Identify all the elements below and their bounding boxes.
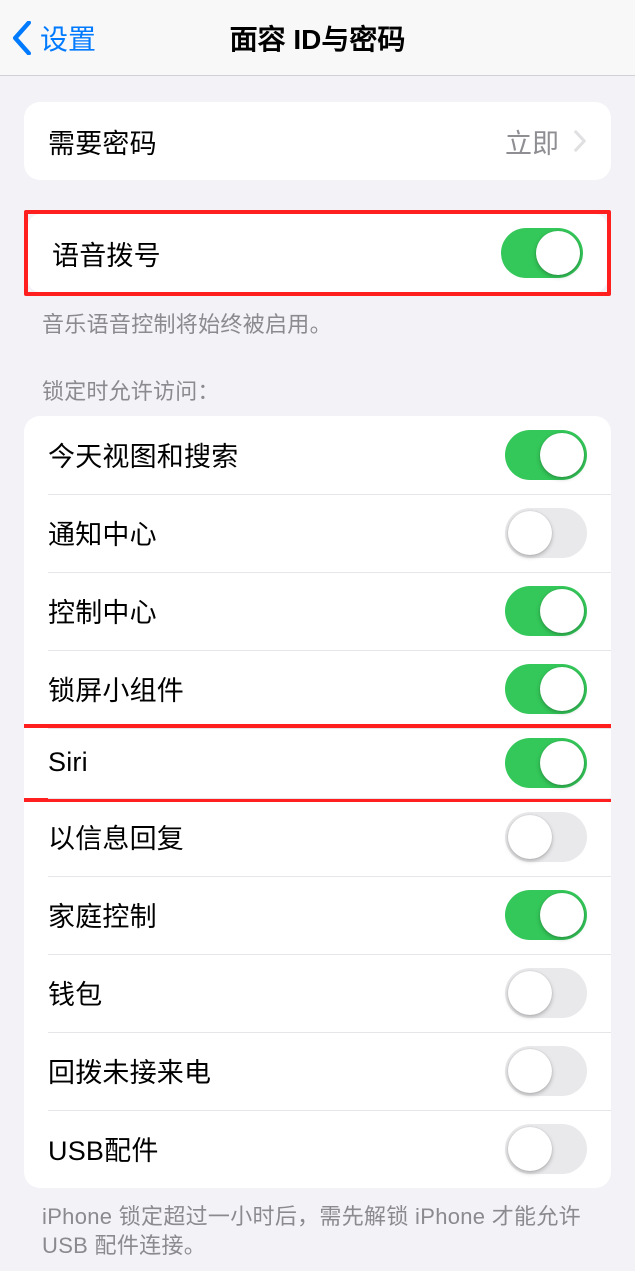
row-label-lockscreen-item: Siri	[48, 747, 88, 778]
row-lockscreen-item: 今天视图和搜索	[24, 416, 611, 494]
back-button[interactable]: 设置	[10, 18, 96, 58]
group-voice-dial: 语音拨号	[28, 214, 607, 292]
row-label-lockscreen-item: 控制中心	[48, 591, 157, 630]
chevron-left-icon	[10, 21, 34, 55]
highlight-voice-dial: 语音拨号	[24, 210, 611, 296]
row-require-passcode[interactable]: 需要密码 立即	[24, 102, 611, 180]
row-label-lockscreen-item: 回拨未接来电	[48, 1051, 211, 1090]
toggle-lockscreen-item[interactable]	[505, 812, 587, 862]
toggle-lockscreen-item[interactable]	[505, 430, 587, 480]
chevron-right-icon	[573, 130, 587, 152]
row-lockscreen-item: Siri	[24, 724, 611, 802]
row-label-lockscreen-item: 今天视图和搜索	[48, 435, 238, 474]
row-label-lockscreen-item: 钱包	[48, 973, 102, 1012]
row-label-lockscreen-item: 通知中心	[48, 513, 157, 552]
row-label-require-passcode: 需要密码	[48, 122, 157, 161]
header-lockscreen-access: 锁定时允许访问：	[42, 374, 593, 406]
row-lockscreen-item: 家庭控制	[24, 876, 611, 954]
row-label-voice-dial: 语音拨号	[52, 234, 161, 273]
group-lockscreen-access: 今天视图和搜索通知中心控制中心锁屏小组件 Siri 以信息回复家庭控制钱包回拨未接来…	[24, 416, 611, 1188]
row-label-lockscreen-item: 以信息回复	[48, 817, 184, 856]
row-lockscreen-item: 通知中心	[24, 494, 611, 572]
row-label-lockscreen-item: 家庭控制	[48, 895, 157, 934]
footer-lockscreen-access: iPhone 锁定超过一小时后，需先解锁 iPhone 才能允许USB 配件连接…	[42, 1202, 593, 1261]
toggle-lockscreen-item[interactable]	[505, 1124, 587, 1174]
row-lockscreen-item: 锁屏小组件	[24, 650, 611, 728]
toggle-lockscreen-item[interactable]	[505, 508, 587, 558]
toggle-lockscreen-item[interactable]	[505, 738, 587, 788]
row-lockscreen-item: 回拨未接来电	[24, 1032, 611, 1110]
row-label-lockscreen-item: USB配件	[48, 1129, 159, 1168]
navigation-bar: 设置 面容 ID与密码	[0, 0, 635, 76]
row-lockscreen-item: 控制中心	[24, 572, 611, 650]
toggle-lockscreen-item[interactable]	[505, 1046, 587, 1096]
row-lockscreen-item: 以信息回复	[24, 798, 611, 876]
footer-voice-dial: 音乐语音控制将始终被启用。	[42, 310, 593, 340]
toggle-voice-dial[interactable]	[501, 228, 583, 278]
row-lockscreen-item: 钱包	[24, 954, 611, 1032]
group-require-passcode: 需要密码 立即	[24, 102, 611, 180]
toggle-lockscreen-item[interactable]	[505, 586, 587, 636]
row-lockscreen-item: USB配件	[24, 1110, 611, 1188]
row-label-lockscreen-item: 锁屏小组件	[48, 669, 184, 708]
row-value-require-passcode: 立即	[505, 122, 587, 161]
toggle-lockscreen-item[interactable]	[505, 968, 587, 1018]
row-voice-dial: 语音拨号	[28, 214, 607, 292]
toggle-lockscreen-item[interactable]	[505, 664, 587, 714]
toggle-lockscreen-item[interactable]	[505, 890, 587, 940]
back-button-label: 设置	[40, 18, 96, 58]
